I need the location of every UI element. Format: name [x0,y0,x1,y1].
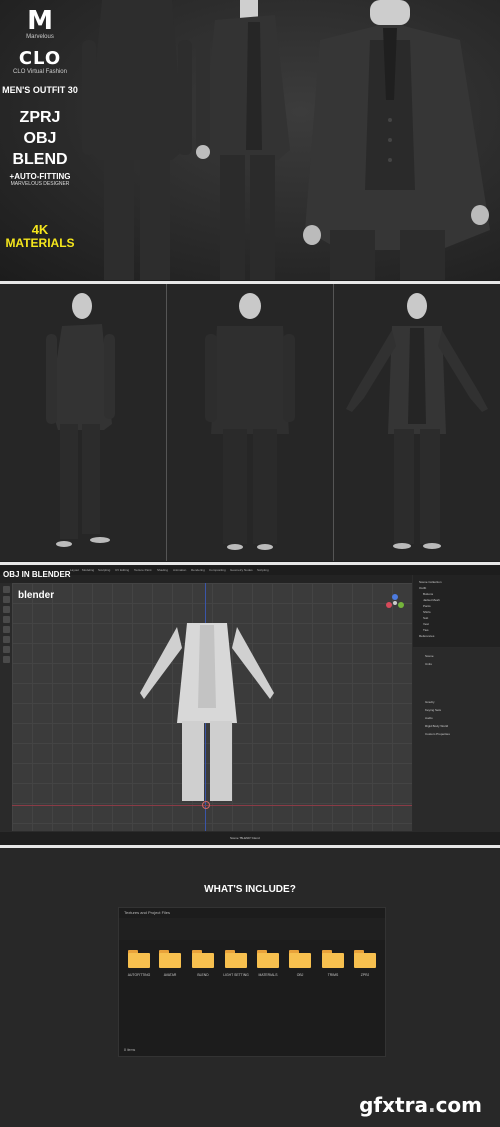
cursor-tool-icon[interactable] [2,596,10,603]
includes-heading: WHAT'S INCLUDE? [204,884,296,895]
move-tool-icon[interactable] [2,606,10,613]
materials-label: MATERIALS [5,236,75,250]
transform-tool-icon[interactable] [2,636,10,643]
select-tool-icon[interactable] [2,586,10,593]
navigation-gizmo-icon[interactable] [385,593,405,613]
marvelous-logo-name: Marvelous [26,34,54,40]
folder-materials[interactable]: MATERIALS [255,950,281,977]
folder-blend[interactable]: BLEND [190,950,216,977]
tab-texture-paint[interactable]: Texture Paint [134,568,152,572]
outliner-item[interactable]: Vest [423,622,429,626]
properties-item[interactable]: Units [425,662,432,666]
folder-avatar[interactable]: AVATAR [157,950,183,977]
outliner-item[interactable]: Scene Collection [419,580,442,584]
properties-panel: Scene Units Gravity Keying Sets Audio Ri… [413,648,500,832]
properties-item[interactable]: Rigid Body World [425,724,448,728]
suit-side-figure [196,0,290,280]
annotate-tool-icon[interactable] [2,646,10,653]
properties-item[interactable]: Scene [425,654,434,658]
hero-panel: M Marvelous CLO CLO Virtual Fashion MEN'… [0,0,500,280]
tab-shading[interactable]: Shading [157,568,168,572]
panel-divider [0,562,500,565]
explorer-title: Textures and Project Files [124,910,171,915]
blender-topbar: Layout Modeling Sculpting UV Editing Tex… [0,566,500,575]
format-obj: OBJ [23,130,57,147]
folder-autofitting[interactable]: AUTOFITTING [126,950,152,977]
outliner-item[interactable]: Suit [423,616,428,620]
tab-uv-editing[interactable]: UV Editing [115,568,129,572]
suit-renders-closeup [82,0,490,280]
file-explorer-window: Textures and Project Files 8 items [118,907,386,1057]
render-a-pose [346,293,488,549]
folder-icon [192,950,214,968]
tab-scripting[interactable]: Scripting [257,568,269,572]
outliner-item[interactable]: Ties [423,628,429,632]
outliner-item[interactable]: Shirts [423,610,431,614]
render-front-three-quarter [46,293,115,547]
outliner-item[interactable]: Jacket Mesh [423,598,440,602]
viewport-toolbar [0,583,12,831]
folder-icon [128,950,150,968]
folder-icon [159,950,181,968]
tab-geometry-nodes[interactable]: Geometry Nodes [230,568,253,572]
folder-light-setting[interactable]: LIGHT SETTING [223,950,249,977]
clo-logo: CLO [18,48,62,69]
tab-sculpting[interactable]: Sculpting [98,568,110,572]
brand-column: M Marvelous CLO CLO Virtual Fashion MEN'… [0,0,80,280]
folder-icon [257,950,279,968]
blender-screenshot-panel: OBJ IN BLENDER Layout Modeling Sculpting… [0,566,500,844]
auto-fitting-label: +AUTO-FITTING [9,172,71,181]
outliner-panel: Scene Collection Outfit Buttons Jacket M… [413,575,500,647]
tab-compositing[interactable]: Compositing [209,568,226,572]
folder-trims[interactable]: TRIMS [320,950,346,977]
rotate-tool-icon[interactable] [2,616,10,623]
resolution-label: 4K [31,222,49,237]
outliner-item[interactable]: References [419,634,434,638]
outliner-item[interactable]: Pants [423,604,431,608]
full-body-renders-panel [0,284,500,561]
explorer-status: 8 items [124,1048,136,1052]
folder-icon [225,950,247,968]
marvelous-logo: M [27,6,53,36]
explorer-toolbar [119,918,385,940]
tab-rendering[interactable]: Rendering [191,568,205,572]
white-suit-model [140,623,274,801]
measure-tool-icon[interactable] [2,656,10,663]
blender-panel-label: OBJ IN BLENDER [3,570,71,579]
3d-viewport[interactable] [12,583,412,831]
tab-modeling[interactable]: Modeling [82,568,94,572]
includes-panel: WHAT'S INCLUDE? Textures and Project Fil… [0,848,500,1127]
outliner-item[interactable]: Buttons [423,592,433,596]
tab-layout[interactable]: Layout [70,568,79,572]
format-zprj: ZPRJ [19,109,61,126]
suit-front-figure [303,0,490,280]
clo-logo-sub: CLO Virtual Fashion [13,69,67,75]
properties-item[interactable]: Audio [425,716,433,720]
product-title: MEN'S OUTFIT 30 [2,85,78,95]
outliner-item[interactable]: Outfit [419,586,426,590]
status-file-name: Scene "BLEND".blend [230,836,260,840]
folder-icon [322,950,344,968]
properties-item[interactable]: Custom Properties [425,732,450,736]
auto-fitting-sub: MARVELOUS DESIGNER [10,181,70,187]
blender-statusbar: Scene "BLEND".blend [0,832,500,844]
folder-zprj[interactable]: ZPRJ [352,950,378,977]
properties-item[interactable]: Gravity [425,700,435,704]
folder-icon [354,950,376,968]
suit-back-figure [82,0,192,280]
scale-tool-icon[interactable] [2,626,10,633]
folder-obj[interactable]: OBJ [287,950,313,977]
render-back [205,293,295,550]
blender-logo: blender [18,590,55,601]
site-watermark: gfxtra.com [359,1093,482,1117]
tab-animation[interactable]: Animation [173,568,186,572]
properties-item[interactable]: Keying Sets [425,708,441,712]
folder-icon [289,950,311,968]
format-blend: BLEND [12,151,68,168]
